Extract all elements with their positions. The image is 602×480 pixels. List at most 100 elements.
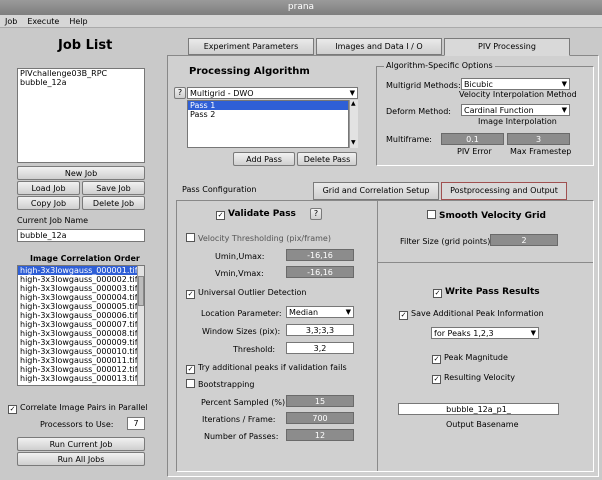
validation-help-button[interactable]: ? <box>310 208 322 220</box>
save-job-button[interactable]: Save Job <box>82 181 145 195</box>
job-item[interactable]: PIVchallenge03B_RPC <box>18 69 144 78</box>
try-peaks-checkbox[interactable]: Try additional peaks if validation fails <box>186 362 347 374</box>
checkbox-icon <box>186 233 195 242</box>
write-results-checkbox[interactable]: Write Pass Results <box>433 287 540 298</box>
multiframe-label: Multiframe: <box>386 135 432 144</box>
umin-field[interactable]: -16,16 <box>286 249 354 261</box>
num-passes-label: Number of Passes: <box>204 432 279 441</box>
save-peak-label: Save Additional Peak Information <box>411 309 544 318</box>
output-basename-input[interactable]: bubble_12a_p1_ <box>398 403 559 415</box>
image-item[interactable]: high-3x3lowgauss_000009.tif <box>18 338 144 347</box>
image-order-title: Image Correlation Order <box>30 254 140 263</box>
image-item[interactable]: high-3x3lowgauss_000012.tif <box>18 365 144 374</box>
window-sizes-input[interactable]: 3,3;3,3 <box>286 324 354 336</box>
image-item[interactable]: high-3x3lowgauss_000003.tif <box>18 284 144 293</box>
bootstrapping-checkbox[interactable]: Bootstrapping <box>186 379 254 390</box>
max-framestep-field[interactable]: 3 <box>507 133 570 145</box>
correlate-parallel-label: Correlate Image Pairs in Parallel <box>20 403 148 412</box>
percent-sampled-label: Percent Sampled (%): <box>201 398 288 407</box>
processors-input[interactable]: 7 <box>127 417 145 430</box>
vmin-field[interactable]: -16,16 <box>286 266 354 278</box>
add-pass-button[interactable]: Add Pass <box>233 152 295 166</box>
chevron-down-icon: ▼ <box>530 329 536 337</box>
peaks-select[interactable]: for Peaks 1,2,3 ▼ <box>431 327 539 339</box>
iterations-field[interactable]: 700 <box>286 412 354 424</box>
image-item[interactable]: high-3x3lowgauss_000006.tif <box>18 311 144 320</box>
job-item[interactable]: bubble_12a <box>18 78 144 87</box>
smooth-velocity-checkbox[interactable]: Smooth Velocity Grid <box>427 210 546 222</box>
job-list[interactable]: PIVchallenge03B_RPC bubble_12a <box>17 68 145 163</box>
filter-size-field[interactable]: 2 <box>490 234 558 246</box>
uod-checkbox[interactable]: Universal Outlier Detection <box>186 287 307 299</box>
image-item[interactable]: high-3x3lowgauss_000005.tif <box>18 302 144 311</box>
image-list-scrollbar[interactable] <box>137 266 144 385</box>
menu-help[interactable]: Help <box>64 15 92 28</box>
delete-job-button[interactable]: Delete Job <box>82 196 145 210</box>
validate-pass-checkbox[interactable]: Validate Pass <box>216 209 296 220</box>
image-item[interactable]: high-3x3lowgauss_000004.tif <box>18 293 144 302</box>
algorithm-select[interactable]: Multigrid - DWO ▼ <box>187 87 358 99</box>
vmin-label: Vmin,Vmax: <box>215 269 264 278</box>
divider <box>378 262 593 263</box>
pass-item[interactable]: Pass 2 <box>188 110 348 119</box>
arrow-down-icon[interactable]: ▼ <box>351 140 356 146</box>
tab-postprocessing-output[interactable]: Postprocessing and Output <box>441 182 567 200</box>
save-peak-checkbox[interactable]: Save Additional Peak Information <box>399 308 544 320</box>
max-framestep-label: Max Framestep <box>510 147 572 156</box>
menu-job[interactable]: Job <box>0 15 22 28</box>
current-job-input[interactable]: bubble_12a <box>17 229 145 242</box>
piv-error-field[interactable]: 0.1 <box>441 133 504 145</box>
load-job-button[interactable]: Load Job <box>17 181 80 195</box>
pass-list-scrollbar[interactable]: ▲ ▼ <box>349 100 358 148</box>
checkbox-icon <box>432 375 441 384</box>
deform-select[interactable]: Cardinal Function ▼ <box>461 104 570 116</box>
arrow-up-icon[interactable]: ▲ <box>351 101 356 107</box>
velocity-threshold-checkbox[interactable]: Velocity Thresholding (pix/frame) <box>186 233 331 244</box>
location-param-select[interactable]: Median ▼ <box>286 306 354 318</box>
copy-job-button[interactable]: Copy Job <box>17 196 80 210</box>
tab-piv-processing[interactable]: PIV Processing <box>444 38 570 56</box>
chevron-down-icon: ▼ <box>349 89 355 97</box>
image-item[interactable]: high-3x3lowgauss_000001.tif <box>18 266 144 275</box>
tab-grid-correlation-setup[interactable]: Grid and Correlation Setup <box>313 182 439 200</box>
location-param-value: Median <box>289 308 319 317</box>
checkbox-icon <box>427 210 436 219</box>
image-item[interactable]: high-3x3lowgauss_000011.tif <box>18 356 144 365</box>
checkbox-icon <box>186 365 195 374</box>
multigrid-value: Bicubic <box>464 80 493 89</box>
tab-experiment-parameters[interactable]: Experiment Parameters <box>188 38 314 55</box>
menu-bar: Job Execute Help <box>0 15 602 28</box>
image-item[interactable]: high-3x3lowgauss_000010.tif <box>18 347 144 356</box>
percent-sampled-field[interactable]: 15 <box>286 395 354 407</box>
bootstrapping-label: Bootstrapping <box>198 380 255 389</box>
filter-size-label: Filter Size (grid points): <box>400 237 494 246</box>
menu-execute[interactable]: Execute <box>22 15 64 28</box>
peaks-value: for Peaks 1,2,3 <box>434 329 494 338</box>
write-results-label: Write Pass Results <box>445 287 540 297</box>
tab-images-data-io[interactable]: Images and Data I / O <box>316 38 442 55</box>
uod-label: Universal Outlier Detection <box>198 288 307 297</box>
pass-item[interactable]: Pass 1 <box>188 101 348 110</box>
deform-value: Cardinal Function <box>464 106 534 115</box>
image-item[interactable]: high-3x3lowgauss_000013.tif <box>18 374 144 383</box>
run-all-jobs-button[interactable]: Run All Jobs <box>17 452 145 466</box>
new-job-button[interactable]: New Job <box>17 166 145 180</box>
correlate-parallel-checkbox[interactable]: Correlate Image Pairs in Parallel <box>8 402 148 414</box>
image-item[interactable]: high-3x3lowgauss_000002.tif <box>18 275 144 284</box>
processing-help-button[interactable]: ? <box>174 87 186 99</box>
resulting-velocity-label: Resulting Velocity <box>444 373 516 382</box>
threshold-input[interactable]: 3,2 <box>286 342 354 354</box>
peak-magnitude-checkbox[interactable]: Peak Magnitude <box>432 352 508 364</box>
location-param-label: Location Parameter: <box>201 309 282 318</box>
resulting-velocity-checkbox[interactable]: Resulting Velocity <box>432 372 515 384</box>
delete-pass-button[interactable]: Delete Pass <box>297 152 357 166</box>
try-peaks-label: Try additional peaks if validation fails <box>198 363 347 372</box>
pass-list[interactable]: Pass 1 Pass 2 <box>187 100 349 148</box>
image-item[interactable]: high-3x3lowgauss_000007.tif <box>18 320 144 329</box>
num-passes-field[interactable]: 12 <box>286 429 354 441</box>
scrollbar-thumb[interactable] <box>138 276 144 306</box>
image-order-list[interactable]: high-3x3lowgauss_000001.tif high-3x3lowg… <box>17 265 145 386</box>
run-current-job-button[interactable]: Run Current Job <box>17 437 145 451</box>
algorithm-options-title: Algorithm-Specific Options <box>384 60 495 71</box>
image-item[interactable]: high-3x3lowgauss_000008.tif <box>18 329 144 338</box>
